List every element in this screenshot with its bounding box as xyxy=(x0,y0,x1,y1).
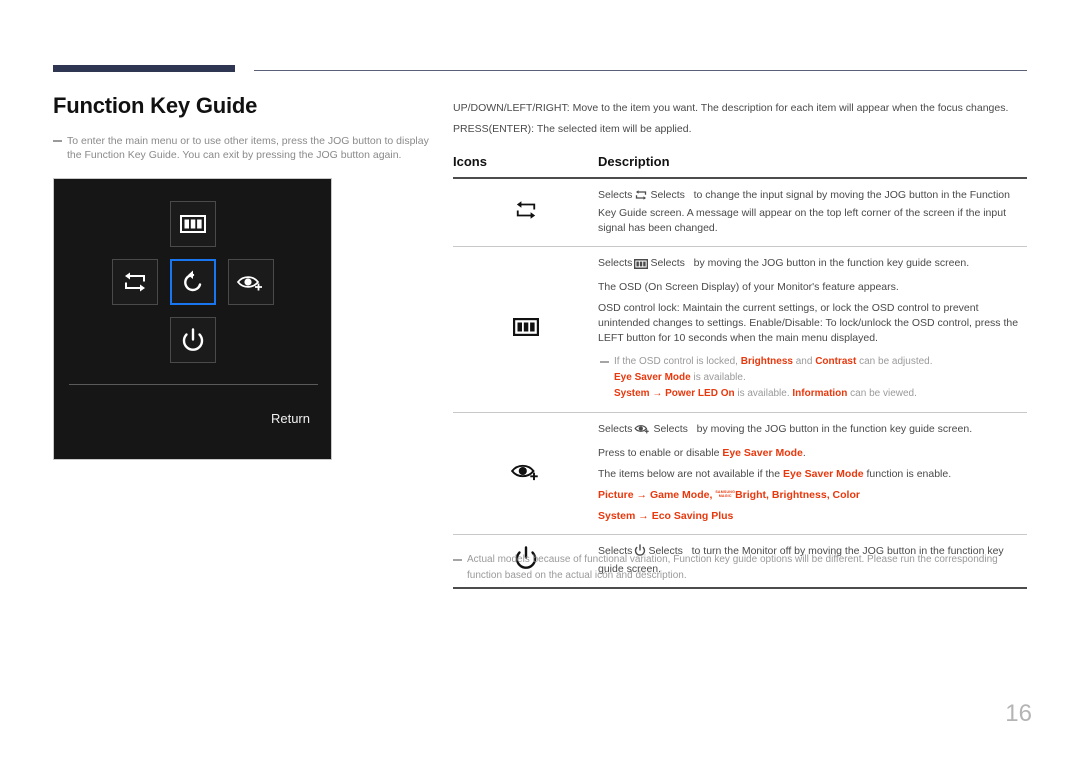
row2-line-2: The OSD (On Screen Display) of your Moni… xyxy=(598,281,899,293)
row3-line-3: The items below are not available if the… xyxy=(598,467,1025,482)
source-swap-icon xyxy=(121,270,149,294)
row3-items-pre: The items below are not available if the xyxy=(598,468,784,480)
eye-saver-icon xyxy=(510,459,542,488)
row2-line-1-body: Selects by moving the JOG button in the … xyxy=(650,257,970,269)
table-row: Selects Selects by moving the JOG button … xyxy=(453,247,1027,413)
row3-press-post: . xyxy=(802,447,806,459)
samsung-magic-logo: SAMSUNG MAGIC xyxy=(715,490,735,498)
intro-text: UP/DOWN/LEFT/RIGHT: Move to the item you… xyxy=(453,98,1027,140)
row3-items-post: function is enable. xyxy=(863,468,952,480)
intro-note: To enter the main menu or to use other i… xyxy=(53,134,438,162)
jog-key-right-eye-saver[interactable] xyxy=(228,259,274,305)
sub-system: System xyxy=(614,388,650,399)
row-description-cell: Selects Selects by moving the JOG button … xyxy=(598,247,1027,412)
note-line-1: To enter the main menu or to use other i… xyxy=(67,135,429,147)
jog-key-cluster xyxy=(54,197,333,367)
menu-color: Color xyxy=(832,489,860,501)
jog-key-up-osd-menu[interactable] xyxy=(170,201,216,247)
eye-saver-icon xyxy=(634,422,651,440)
subnote-dash-icon xyxy=(600,361,609,363)
page-title: Function Key Guide xyxy=(53,93,258,118)
power-icon xyxy=(181,327,205,353)
jog-key-left-source[interactable] xyxy=(112,259,158,305)
row1-text-body: Selects to change the input signal by mo… xyxy=(598,189,1010,234)
row3-menu-line-2: System → Eco Saving Plus xyxy=(598,509,1025,524)
return-arrow-icon xyxy=(180,269,206,295)
sub-eye-saver-mode: Eye Saver Mode xyxy=(614,372,691,383)
menu-game-mode: Game Mode xyxy=(649,489,710,501)
right-column: UP/DOWN/LEFT/RIGHT: Move to the item you… xyxy=(453,98,1027,589)
row-icon-cell xyxy=(453,247,598,412)
jog-key-down-power[interactable] xyxy=(170,317,216,363)
row3-menu-line-1: Picture → Game Mode, SAMSUNG MAGIC Bright,… xyxy=(598,488,1025,503)
footnote-line-1: Actual models because of functional vari… xyxy=(467,554,998,565)
table-row: Selects Selects to change the input signa… xyxy=(453,179,1027,247)
osd-menu-icon xyxy=(512,317,539,341)
sub-arrow-icon: → xyxy=(649,388,666,399)
sub-brightness: Brightness xyxy=(740,356,793,367)
function-key-table: Selects Selects to change the input signa… xyxy=(453,177,1027,589)
sub-l1c: and xyxy=(792,356,816,367)
sub-power-led-on: Power LED On xyxy=(665,388,735,399)
sub-l3c: is available. xyxy=(734,388,793,399)
column-header-description: Description xyxy=(598,154,670,169)
menu-arrow-icon: → xyxy=(633,489,650,501)
row3-press-pre: Press to enable or disable xyxy=(598,447,723,459)
menu-arrow-icon-2: → xyxy=(635,510,652,522)
footnote-dash-icon xyxy=(453,559,462,561)
row-description-cell: Selects Selects to change the input signa… xyxy=(598,179,1027,246)
eye-saver-icon xyxy=(236,271,266,293)
row2-line-3: OSD control lock: Maintain the current s… xyxy=(598,302,1019,344)
header-rule xyxy=(254,70,1027,71)
menu-magicbright: Bright xyxy=(735,489,767,501)
footnote-line-2: function based on the actual icon and de… xyxy=(467,570,687,581)
note-line-2: the Function Key Guide. You can exit by … xyxy=(67,149,402,161)
intro-line-1: UP/DOWN/LEFT/RIGHT: Move to the item you… xyxy=(453,102,1009,114)
row3-line-1: Selects Selects by moving the JOG button … xyxy=(598,422,1025,440)
row2-subnote: If the OSD control is locked, Brightness… xyxy=(598,354,1025,402)
column-header-icons: Icons xyxy=(453,154,487,169)
page-number: 16 xyxy=(1005,700,1032,727)
left-column: Function Key Guide To enter the main men… xyxy=(53,92,438,162)
manual-page: Function Key Guide To enter the main men… xyxy=(0,0,1080,763)
menu-eco-saving-plus: Eco Saving Plus xyxy=(651,510,734,522)
osd-menu-icon xyxy=(180,215,206,233)
row2-line-1: Selects Selects by moving the JOG button … xyxy=(598,256,1025,274)
row3-eye-saver-mode-2: Eye Saver Mode xyxy=(783,468,864,480)
row-icon-cell xyxy=(453,413,598,534)
table-column-headers: Icons Description xyxy=(453,154,1027,177)
sub-l1e: can be adjusted. xyxy=(856,356,933,367)
row3-line-1-body: Selects by moving the JOG button in the … xyxy=(653,423,973,435)
row1-text: Selects Selects to change the input signa… xyxy=(598,189,1010,234)
sub-l2b: is available. xyxy=(690,372,746,383)
subnote-line-1: If the OSD control is locked, Brightness… xyxy=(614,354,1025,370)
subnote-line-2: Eye Saver Mode is available. xyxy=(614,370,1025,386)
row3-eye-saver-mode: Eye Saver Mode xyxy=(722,447,803,459)
menu-system: System xyxy=(598,510,636,522)
monitor-return-label: Return xyxy=(270,411,310,426)
menu-brightness: Brightness xyxy=(771,489,827,501)
sub-information: Information xyxy=(792,388,848,399)
note-dash-icon xyxy=(53,140,62,142)
menu-picture: Picture xyxy=(598,489,634,501)
subnote-line-3: System → Power LED On is available. Info… xyxy=(614,386,1025,402)
sub-l1a: If the OSD control is locked, xyxy=(614,356,741,367)
magic-bottom: MAGIC xyxy=(718,494,732,498)
source-swap-icon xyxy=(513,199,539,226)
sub-l3e: can be viewed. xyxy=(847,388,917,399)
header-accent-bar xyxy=(53,65,235,72)
table-row: Selects Selects by moving the JOG button … xyxy=(453,413,1027,535)
sub-contrast: Contrast xyxy=(815,356,857,367)
row3-line-2: Press to enable or disable Eye Saver Mod… xyxy=(598,446,1025,461)
row-icon-cell xyxy=(453,179,598,246)
monitor-osd-preview: Return xyxy=(53,178,332,460)
page-footnote: Actual models because of functional vari… xyxy=(453,552,1027,584)
osd-menu-icon xyxy=(634,258,649,274)
jog-key-center-return[interactable] xyxy=(170,259,216,305)
monitor-divider xyxy=(69,384,318,385)
row-description-cell: Selects Selects by moving the JOG button … xyxy=(598,413,1027,534)
intro-line-2: PRESS(ENTER): The selected item will be … xyxy=(453,123,692,135)
source-swap-icon xyxy=(634,189,648,206)
